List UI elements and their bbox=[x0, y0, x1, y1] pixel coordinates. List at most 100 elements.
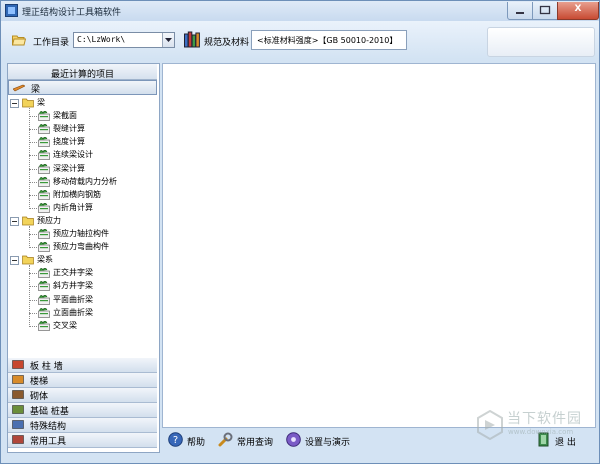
tree-folder-label: 梁 bbox=[37, 98, 45, 107]
recent-projects-header[interactable]: 最近计算的项目 bbox=[8, 64, 157, 80]
category-slab-column-wall[interactable]: 板 柱 墙 bbox=[8, 358, 157, 373]
title-bar: 理正结构设计工具箱软件 X bbox=[1, 1, 599, 21]
category-common-tools[interactable]: 常用工具 bbox=[8, 433, 157, 448]
brand-logo bbox=[487, 27, 595, 57]
tree-connector bbox=[29, 207, 37, 209]
category-label: 梁 bbox=[31, 85, 41, 95]
recent-projects-label: 最近计算的项目 bbox=[50, 70, 114, 80]
category-masonry[interactable]: 砌体 bbox=[8, 388, 157, 403]
calc-module-icon bbox=[38, 228, 50, 239]
tree-connector bbox=[29, 312, 37, 314]
calc-module-icon bbox=[38, 280, 50, 292]
calc-module-icon bbox=[38, 202, 50, 213]
watermark: 当下软件园 www.downxia.com bbox=[477, 406, 597, 446]
category-label: 基础 桩基 bbox=[30, 407, 69, 417]
category-label: 楼梯 bbox=[30, 377, 49, 387]
tree-item-label: 预应力轴拉构件 bbox=[53, 229, 109, 238]
tree-connector bbox=[29, 194, 37, 196]
chevron-down-icon bbox=[165, 38, 172, 42]
tree-item-label: 斜方井字梁 bbox=[53, 281, 93, 291]
tree-connector bbox=[29, 108, 30, 209]
close-button[interactable]: X bbox=[557, 2, 599, 20]
app-icon bbox=[5, 4, 18, 17]
tree-item-label: 平面曲折梁 bbox=[53, 294, 93, 304]
tree-collapse-icon[interactable] bbox=[10, 256, 19, 266]
workdir-value: C:\LzWork\ bbox=[77, 35, 126, 44]
calc-module-icon bbox=[38, 123, 50, 134]
tree-item-label: 内折角计算 bbox=[53, 202, 93, 212]
minimize-icon bbox=[516, 12, 524, 14]
dropdown-arrow[interactable] bbox=[162, 33, 174, 47]
tree-item-label: 连续梁设计 bbox=[53, 150, 93, 160]
folder-icon bbox=[22, 97, 34, 108]
left-panel: 最近计算的项目 梁 梁梁截面 裂缝计算 挠度计算 连续梁设计 深梁计算 移动荷载内力分析附… bbox=[7, 63, 160, 453]
calc-module-icon bbox=[38, 189, 50, 200]
tree-connector bbox=[29, 142, 37, 144]
toolbar: 工作目录 C:\LzWork\ 规范及材料 <标准材料强度>【GB 50010-… bbox=[1, 21, 599, 59]
category-icon bbox=[12, 390, 24, 399]
standard-display[interactable]: <标准材料强度>【GB 50010-2010】 bbox=[251, 30, 407, 50]
standard-value: <标准材料强度>【GB 50010-2010】 bbox=[257, 36, 398, 45]
tree-connector bbox=[29, 226, 30, 249]
category-label: 特殊结构 bbox=[30, 422, 67, 432]
category-foundation-pile[interactable]: 基础 桩基 bbox=[8, 403, 157, 418]
tree-item-label: 附加横向钢筋 bbox=[53, 189, 101, 199]
category-stairs[interactable]: 楼梯 bbox=[8, 373, 157, 388]
common-query-label: 常用查询 bbox=[237, 438, 274, 448]
calc-module-icon bbox=[38, 307, 50, 318]
calc-module-icon bbox=[38, 320, 50, 331]
maximize-button[interactable] bbox=[532, 2, 558, 20]
workdir-label: 工作目录 bbox=[33, 38, 70, 48]
calc-module-icon bbox=[38, 163, 50, 174]
category-beam[interactable]: 梁 bbox=[8, 80, 157, 95]
main-window: 理正结构设计工具箱软件 X 工作目录 C:\LzWork\ 规范及材料 <标准材… bbox=[0, 0, 600, 464]
tree-item-label: 立面曲折梁 bbox=[53, 307, 93, 317]
calc-module-icon bbox=[38, 294, 50, 305]
tree-item-label: 交叉梁 bbox=[53, 320, 77, 330]
tree-item-label: 正交井字梁 bbox=[53, 268, 93, 278]
standards-label[interactable]: 规范及材料 bbox=[204, 35, 249, 48]
tree-connector bbox=[29, 247, 37, 249]
category-icon bbox=[12, 405, 24, 414]
tree-connector bbox=[29, 299, 37, 301]
tree-item-label: 裂缝计算 bbox=[53, 124, 85, 134]
tree-item-label: 移动荷载内力分析 bbox=[53, 176, 117, 186]
category-special-structure[interactable]: 特殊结构 bbox=[8, 418, 157, 433]
tree-item-label: 梁截面 bbox=[53, 111, 77, 121]
settings-disc-icon bbox=[286, 432, 301, 447]
help-label: 帮助 bbox=[187, 438, 206, 448]
calc-module-icon bbox=[38, 149, 50, 161]
tree-connector bbox=[29, 129, 37, 131]
svg-text:?: ? bbox=[173, 435, 178, 446]
minimize-button[interactable] bbox=[507, 2, 533, 20]
settings-demo-label: 设置与演示 bbox=[305, 438, 351, 448]
category-label: 砌体 bbox=[30, 392, 49, 402]
tree-item-label: 挠度计算 bbox=[53, 137, 85, 147]
category-icon bbox=[12, 420, 24, 429]
watermark-title: 当下软件园 bbox=[507, 411, 582, 427]
calc-module-icon bbox=[38, 267, 50, 279]
category-icon bbox=[12, 375, 24, 384]
tree-connector bbox=[29, 116, 37, 118]
beam-icon bbox=[13, 84, 25, 92]
tree-connector bbox=[29, 325, 37, 327]
tree-collapse-icon[interactable] bbox=[10, 216, 19, 226]
calc-module-icon bbox=[38, 110, 50, 121]
watermark-logo-icon bbox=[477, 410, 503, 440]
category-label: 板 柱 墙 bbox=[30, 362, 63, 372]
calc-module-icon bbox=[38, 136, 50, 148]
tree-connector bbox=[29, 181, 37, 183]
close-icon: X bbox=[574, 4, 582, 14]
folder-icon bbox=[22, 254, 34, 265]
tree-connector bbox=[29, 168, 37, 170]
books-icon[interactable] bbox=[184, 31, 200, 48]
workdir-select[interactable]: C:\LzWork\ bbox=[73, 32, 175, 48]
tree-item-label: 深梁计算 bbox=[53, 163, 85, 173]
tree-collapse-icon[interactable] bbox=[10, 99, 19, 108]
workspace-panel bbox=[162, 63, 596, 428]
maximize-icon bbox=[539, 5, 551, 15]
wrench-icon bbox=[218, 432, 233, 447]
tree-connector bbox=[29, 155, 37, 157]
tree-folder-label: 梁系 bbox=[37, 255, 53, 265]
tree-folder-label: 预应力 bbox=[37, 215, 61, 225]
